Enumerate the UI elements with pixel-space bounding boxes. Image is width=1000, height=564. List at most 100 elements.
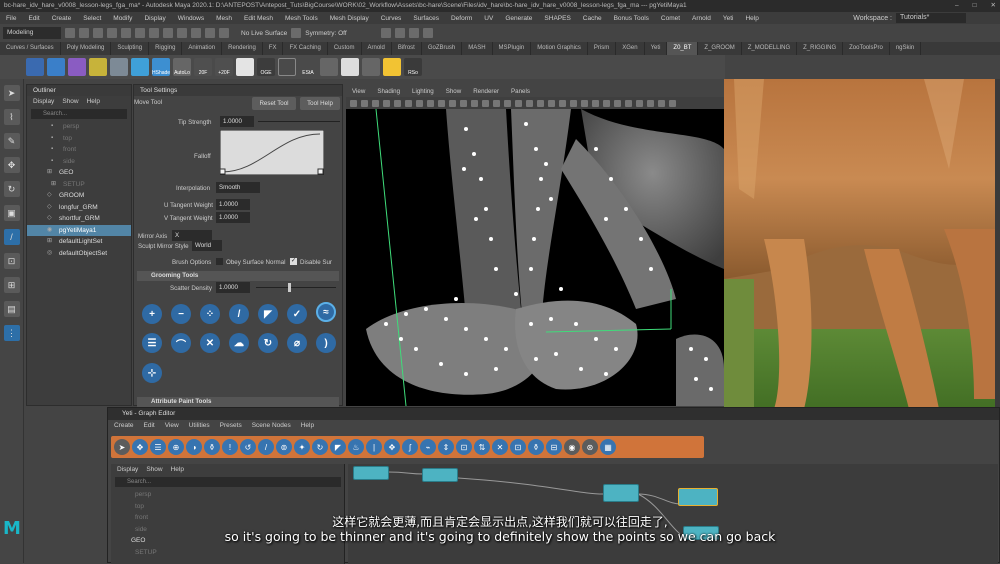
viewport-tool-icon[interactable] — [350, 99, 357, 107]
layout-single-icon[interactable]: ⊡ — [3, 253, 20, 269]
shelf-tab-zootoolspro[interactable]: ZooToolsPro — [843, 42, 890, 55]
tip-strength-field[interactable]: 1.0000 — [220, 116, 254, 127]
shelf-tab-motion-graphics[interactable]: Motion Graphics — [531, 42, 588, 55]
yeti-node-tool-icon[interactable]: ◤ — [330, 439, 346, 455]
outliner-item-setup[interactable]: ⊞ SETUP — [27, 179, 131, 191]
yeti-node-tool-icon[interactable]: ✕ — [492, 439, 508, 455]
shelf-tab-rigging[interactable]: Rigging — [149, 42, 183, 55]
viewport-menu-show[interactable]: Show — [446, 86, 461, 97]
yeti-node-tool-icon[interactable]: ☰ — [150, 439, 166, 455]
shelf-tab-custom[interactable]: Custom — [328, 42, 362, 55]
shelf-tab-poly-modeling[interactable]: Poly Modeling — [61, 42, 112, 55]
menu-cache[interactable]: Cache — [577, 15, 608, 22]
maximize-button[interactable]: □ — [973, 0, 977, 12]
shelf-tab-ngskin[interactable]: ngSkin — [890, 42, 922, 55]
viewport-tool-icon[interactable] — [471, 99, 478, 107]
yeti-node-tool-icon[interactable]: ✥ — [132, 439, 148, 455]
yeti-node-tool-icon[interactable]: ⊕ — [168, 439, 184, 455]
viewport-tool-icon[interactable] — [658, 99, 665, 107]
yeti-node-tool-icon[interactable]: ! — [222, 439, 238, 455]
interpolation-dropdown[interactable]: Smooth — [216, 182, 260, 193]
select-groom-icon[interactable]: ⊹ — [142, 363, 162, 383]
yeti-node-tool-icon[interactable]: ♨ — [348, 439, 364, 455]
viewport-tool-icon[interactable] — [526, 99, 533, 107]
viewport-tool-icon[interactable] — [482, 99, 489, 107]
yeti-node-tool-icon[interactable]: ⊡ — [456, 439, 472, 455]
scatter-density-field[interactable]: 1.0000 — [216, 282, 250, 293]
falloff-key-end[interactable] — [317, 168, 324, 175]
yeti-node-tool-icon[interactable]: ⚱ — [528, 439, 544, 455]
yeti-menu-view[interactable]: View — [165, 420, 179, 432]
menu-bonus-tools[interactable]: Bonus Tools — [608, 15, 655, 22]
groom-brush-icon[interactable]: / — [3, 229, 20, 245]
viewport-tool-icon[interactable] — [460, 99, 467, 107]
viewport-tool-icon[interactable] — [647, 99, 654, 107]
snap-curve-icon[interactable] — [191, 28, 201, 38]
menu-comet[interactable]: Comet — [655, 15, 686, 22]
menuset-dropdown[interactable]: Modeling — [3, 27, 61, 39]
yeti-menu-help[interactable]: Help — [301, 420, 314, 432]
v-tangent-field[interactable]: 1.0000 — [216, 212, 250, 223]
plus-20-frames-shelf-icon[interactable]: +20F — [215, 58, 233, 76]
viewport-tool-icon[interactable] — [372, 99, 379, 107]
render-settings-icon[interactable] — [408, 28, 419, 38]
menu-mesh-tools[interactable]: Mesh Tools — [279, 15, 324, 22]
save-incremental-shelf-icon[interactable] — [47, 58, 65, 76]
grooming-tools-section[interactable]: Grooming Tools — [137, 271, 339, 281]
viewport-tool-icon[interactable] — [416, 99, 423, 107]
shelf-tab-z-rigging[interactable]: Z_RIGGING — [797, 42, 844, 55]
menu-edit-mesh[interactable]: Edit Mesh — [238, 15, 279, 22]
render-icon[interactable] — [380, 28, 391, 38]
viewport-tool-icon[interactable] — [493, 99, 500, 107]
yeti-search-input[interactable]: Search... — [115, 477, 341, 487]
outliner-item-front[interactable]: ▪ front — [27, 144, 131, 156]
viewport-tool-icon[interactable] — [438, 99, 445, 107]
polygon-shelf-icon[interactable] — [89, 58, 107, 76]
move-groom-icon[interactable]: ≈ — [316, 302, 336, 322]
menu-generate[interactable]: Generate — [499, 15, 538, 22]
yeti-node-tool-icon[interactable]: ⇕ — [438, 439, 454, 455]
yeti-menu-presets[interactable]: Presets — [220, 420, 242, 432]
scale-groom-icon[interactable]: ⌀ — [287, 333, 307, 353]
viewport-scene[interactable] — [346, 109, 724, 406]
menu-mesh-display[interactable]: Mesh Display — [324, 15, 375, 22]
yeti-node-tool-icon[interactable]: ◑ — [186, 439, 202, 455]
light-bulb-shelf-icon[interactable] — [383, 58, 401, 76]
shelf-tab-mash[interactable]: MASH — [462, 42, 493, 55]
oge-shelf-icon[interactable]: OGE — [257, 58, 275, 76]
layout-four-icon[interactable]: ⊞ — [3, 277, 20, 293]
paint-select-icon[interactable]: ✎ — [3, 133, 20, 149]
undo-icon[interactable] — [107, 28, 117, 38]
eye-shelf-icon[interactable] — [278, 58, 296, 76]
viewport-menu-view[interactable]: View — [352, 86, 365, 97]
yeti-node-tool-icon[interactable]: ⇅ — [474, 439, 490, 455]
shelf-tab-sculpting[interactable]: Sculpting — [111, 42, 150, 55]
minus-20-frames-shelf-icon[interactable]: 20F — [194, 58, 212, 76]
settings-shelf-icon[interactable] — [110, 58, 128, 76]
outliner-item-defaultlightset[interactable]: ⊞ defaultLightSet — [27, 236, 131, 248]
menu-arnold[interactable]: Arnold — [686, 15, 717, 22]
yeti-node-tool-icon[interactable]: | — [366, 439, 382, 455]
shelf-tab-yeti[interactable]: Yeti — [645, 42, 668, 55]
scatter-density-slider[interactable] — [256, 287, 336, 288]
shelf-tab-fx[interactable]: FX — [263, 42, 284, 55]
outliner-item-defaultobjectset[interactable]: ◎ defaultObjectSet — [27, 248, 131, 260]
yeti-node-tool-icon[interactable]: ✥ — [384, 439, 400, 455]
yeti-node-tool-icon[interactable]: ⊡ — [510, 439, 526, 455]
tool-help-button[interactable]: Tool Help — [300, 97, 340, 110]
attribute-paint-section[interactable]: Attribute Paint Tools — [137, 397, 339, 407]
select-hierarchy-icon[interactable] — [135, 28, 145, 38]
viewport-menu-renderer[interactable]: Renderer — [473, 86, 499, 97]
menu-mesh[interactable]: Mesh — [210, 15, 238, 22]
viewport-tool-icon[interactable] — [559, 99, 566, 107]
paint-length-icon[interactable]: ✓ — [287, 304, 307, 324]
shelf-tab-msplugin[interactable]: MSPlugin — [493, 42, 532, 55]
shelf-tab-bifrost[interactable]: Bifrost — [392, 42, 422, 55]
twist-icon[interactable]: ☁ — [229, 333, 249, 353]
esta-shelf-icon[interactable]: EStA — [299, 58, 317, 76]
workspace-dropdown[interactable]: Tutorials* — [896, 13, 966, 23]
save-scene-icon[interactable] — [93, 28, 103, 38]
snap-point-icon[interactable] — [205, 28, 215, 38]
yeti-node-tool-icon[interactable]: ⚱ — [204, 439, 220, 455]
symmetry-label[interactable]: Symmetry: Off — [305, 30, 346, 37]
